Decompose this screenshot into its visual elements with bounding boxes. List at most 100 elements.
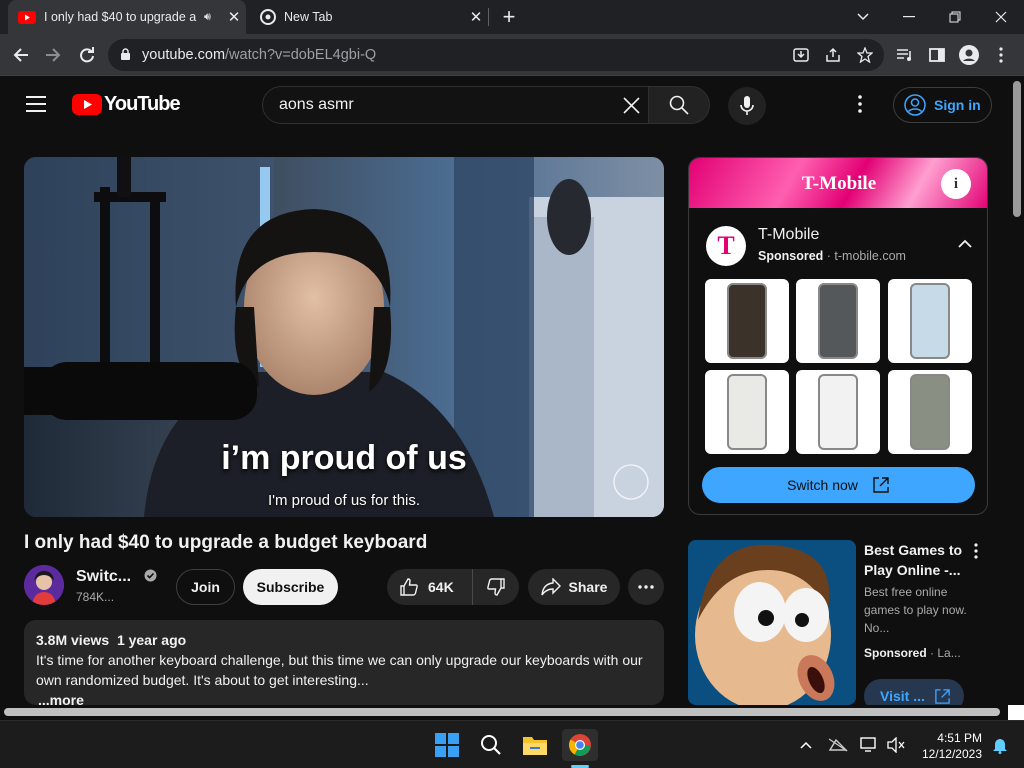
dislike-button[interactable] bbox=[473, 569, 519, 605]
lock-icon[interactable] bbox=[120, 48, 131, 61]
advertiser-name[interactable]: T-Mobile bbox=[758, 226, 819, 244]
switch-now-label: Switch now bbox=[787, 477, 858, 493]
audio-playing-icon[interactable]: 🔊︎ bbox=[204, 11, 222, 24]
collapse-chevron-icon[interactable] bbox=[958, 239, 972, 248]
show-hidden-icons-chevron-icon[interactable] bbox=[790, 729, 822, 761]
recommendation-thumbnail[interactable] bbox=[688, 540, 856, 705]
like-button[interactable]: 64K bbox=[387, 569, 473, 605]
product-image[interactable] bbox=[705, 370, 789, 454]
volume-muted-icon[interactable] bbox=[880, 729, 912, 761]
share-arrow-icon bbox=[540, 578, 561, 596]
recommendation-sponsored-line: Sponsored · La... bbox=[864, 646, 961, 660]
subscriber-count: 784K... bbox=[76, 590, 115, 604]
advertiser-name: La... bbox=[937, 646, 961, 660]
system-clock[interactable]: 4:51 PM 12/12/2023 bbox=[918, 730, 982, 762]
recommendation-menu-icon[interactable] bbox=[974, 543, 978, 559]
side-panel-icon[interactable] bbox=[922, 40, 952, 70]
youtube-header: YouTube aons asmr Sign in bbox=[0, 77, 1010, 133]
notification-bell-icon[interactable] bbox=[984, 729, 1016, 761]
sidebar-ad[interactable]: T-Mobile i T T-Mobile Sponsored · t-mobi… bbox=[688, 157, 988, 515]
url-host: youtube.com bbox=[142, 47, 226, 63]
chrome-favicon-icon bbox=[260, 9, 276, 25]
sign-in-button[interactable]: Sign in bbox=[893, 87, 992, 123]
product-image[interactable] bbox=[888, 370, 972, 454]
search-input[interactable]: aons asmr bbox=[262, 86, 648, 124]
file-explorer-icon[interactable] bbox=[519, 729, 551, 761]
tab-search-icon[interactable] bbox=[840, 0, 886, 34]
tab-separator bbox=[488, 8, 489, 26]
minimize-icon[interactable] bbox=[886, 0, 932, 34]
close-window-icon[interactable] bbox=[978, 0, 1024, 34]
share-page-icon[interactable] bbox=[822, 45, 844, 65]
browser-toolbar: youtube.com/watch?v=dobEL4gbi-Q bbox=[0, 34, 1024, 76]
video-stats: 3.8M views 1 year ago bbox=[36, 630, 652, 650]
ad-info-icon[interactable]: i bbox=[941, 169, 971, 199]
verified-badge-icon bbox=[144, 569, 157, 582]
tray-app-icon[interactable] bbox=[822, 729, 854, 761]
product-image[interactable] bbox=[888, 279, 972, 363]
chrome-taskbar-icon[interactable] bbox=[562, 729, 598, 761]
recommendation-title[interactable]: Best Games to Play Online -... bbox=[864, 540, 974, 580]
join-button[interactable]: Join bbox=[176, 569, 235, 605]
hamburger-menu-icon[interactable] bbox=[26, 96, 46, 117]
new-tab-button[interactable]: + bbox=[498, 4, 520, 30]
burned-in-caption: i’m proud of us bbox=[221, 439, 467, 477]
visit-label: Visit ... bbox=[880, 688, 925, 704]
channel-avatar[interactable] bbox=[24, 565, 64, 605]
subtitle-text: I'm proud of us for this. bbox=[267, 492, 421, 509]
upload-age: 1 year ago bbox=[116, 632, 187, 648]
youtube-logo[interactable]: YouTube bbox=[72, 93, 181, 116]
subscribe-button[interactable]: Subscribe bbox=[243, 569, 338, 605]
channel-name-text[interactable]: Switc... bbox=[76, 568, 131, 585]
media-control-icon[interactable] bbox=[890, 40, 920, 70]
avatar-image bbox=[24, 565, 64, 605]
youtube-play-logo-icon bbox=[72, 94, 102, 115]
tab-new-tab[interactable]: New Tab ✕ bbox=[250, 0, 488, 34]
search-query-text[interactable]: aons asmr bbox=[279, 96, 354, 114]
close-tab-icon[interactable]: ✕ bbox=[222, 8, 246, 26]
more-actions-button[interactable] bbox=[628, 569, 664, 605]
install-app-icon[interactable] bbox=[790, 45, 812, 65]
taskbar-search-icon[interactable] bbox=[475, 729, 507, 761]
profile-icon[interactable] bbox=[954, 40, 984, 70]
forward-icon[interactable] bbox=[38, 40, 68, 70]
search-button[interactable] bbox=[648, 86, 710, 124]
windows-start-icon[interactable] bbox=[431, 729, 463, 761]
advertiser-logo[interactable]: T bbox=[706, 226, 746, 266]
address-bar[interactable]: youtube.com/watch?v=dobEL4gbi-Q bbox=[108, 39, 884, 71]
close-tab-icon[interactable]: ✕ bbox=[464, 8, 488, 26]
channel-name[interactable]: Switc... bbox=[76, 568, 157, 586]
chrome-menu-icon[interactable] bbox=[986, 40, 1016, 70]
clear-search-icon[interactable] bbox=[623, 97, 640, 114]
settings-menu-icon[interactable] bbox=[858, 95, 862, 118]
product-image[interactable] bbox=[796, 279, 880, 363]
restore-icon[interactable] bbox=[932, 0, 978, 34]
account-icon bbox=[904, 94, 926, 116]
view-count: 3.8M views bbox=[36, 632, 110, 648]
horizontal-scroll-thumb[interactable] bbox=[4, 708, 1000, 716]
back-icon[interactable] bbox=[6, 40, 36, 70]
vertical-scroll-thumb[interactable] bbox=[1013, 81, 1021, 217]
ad-banner[interactable]: T-Mobile i bbox=[689, 158, 987, 208]
url-text[interactable]: youtube.com/watch?v=dobEL4gbi-Q bbox=[142, 47, 376, 63]
bookmark-star-icon[interactable] bbox=[854, 45, 876, 65]
vertical-scrollbar[interactable] bbox=[1010, 77, 1024, 705]
share-button[interactable]: Share bbox=[528, 569, 620, 605]
microphone-icon bbox=[740, 96, 754, 115]
description-box[interactable]: 3.8M views 1 year ago It's time for anot… bbox=[24, 620, 664, 705]
tab-youtube[interactable]: I only had $40 to upgrade a 🔊︎ ✕ bbox=[8, 0, 246, 34]
video-player[interactable]: i’m proud of us I'm proud of us for this… bbox=[24, 157, 664, 517]
more-horizontal-icon bbox=[638, 585, 654, 589]
product-image[interactable] bbox=[705, 279, 789, 363]
product-image[interactable] bbox=[796, 370, 880, 454]
show-more-link[interactable]: ...more bbox=[36, 690, 652, 705]
voice-search-button[interactable] bbox=[728, 87, 766, 125]
share-label: Share bbox=[568, 579, 608, 595]
switch-now-button[interactable]: Switch now bbox=[702, 467, 975, 503]
description-text: It's time for another keyboard challenge… bbox=[36, 652, 643, 688]
clock-date: 12/12/2023 bbox=[921, 747, 982, 761]
reload-icon[interactable] bbox=[72, 40, 102, 70]
windows-taskbar: 4:51 PM 12/12/2023 bbox=[0, 720, 1024, 768]
ad-domain: t-mobile.com bbox=[834, 249, 906, 263]
horizontal-scrollbar[interactable] bbox=[0, 705, 1024, 719]
